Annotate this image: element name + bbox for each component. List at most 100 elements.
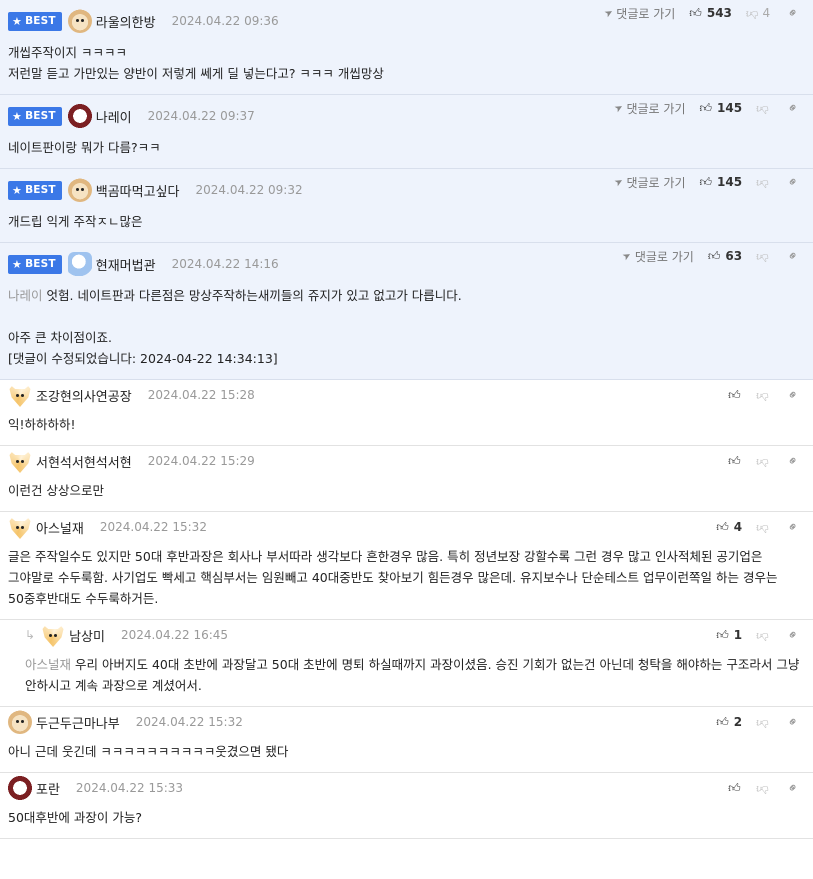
thumbs-down-icon: 👍︎: [756, 781, 769, 796]
upvote-button[interactable]: 👍︎: [728, 388, 742, 403]
avatar[interactable]: [8, 776, 32, 800]
comment-actions: ➤ 댓글로 가기 👍︎ 63 👍︎ ⚭: [621, 237, 802, 275]
comment-line: 개씹주작이지 ㅋㅋㅋㅋ: [8, 45, 127, 60]
comment-header: ★ BEST 백곰따먹고싶다 2024.04.22 09:32 ➤ 댓글로 가기 👍︎ 145…: [0, 169, 813, 207]
downvote-button[interactable]: 👍︎: [756, 628, 770, 643]
nickname[interactable]: 두근두근마나부: [36, 713, 120, 732]
comment-line: [8, 306, 803, 327]
link-icon[interactable]: ⚭: [784, 452, 802, 470]
link-icon[interactable]: ⚭: [784, 4, 802, 22]
comment-header: ↳ 남상미 2024.04.22 16:45 👍︎ 1 👍︎ ⚭: [0, 620, 813, 650]
link-icon[interactable]: ⚭: [784, 713, 802, 731]
avatar[interactable]: [67, 252, 92, 276]
downvote-button[interactable]: 👍︎: [756, 101, 770, 116]
thumbs-down-icon: 👍︎: [756, 628, 769, 643]
send-arrow-icon: ➤: [612, 175, 626, 189]
reply-arrow-icon: ↳: [25, 628, 36, 642]
link-icon[interactable]: ⚭: [784, 173, 802, 191]
best-comment: ★ BEST 나레이 2024.04.22 09:37 ➤ 댓글로 가기 👍︎ 145 👍︎ ⚭ 네…: [0, 95, 813, 169]
upvote-button[interactable]: 👍︎ 4: [716, 520, 742, 535]
upvote-button[interactable]: 👍︎ 543: [689, 6, 732, 21]
comment-header: 아스널재 2024.04.22 15:32 👍︎ 4 👍︎ ⚭: [0, 512, 813, 542]
link-icon[interactable]: ⚭: [784, 99, 802, 117]
thumbs-down-icon: 👍︎: [756, 520, 769, 535]
thumbs-down-icon: 👍︎: [756, 715, 769, 730]
nickname[interactable]: 현재머법관: [96, 255, 156, 274]
link-icon[interactable]: ⚭: [784, 247, 802, 265]
comment-actions: 👍︎ 👍︎ ⚭: [728, 446, 803, 476]
comment-line: 익!하하하하!: [8, 417, 76, 432]
best-badge: ★ BEST: [8, 254, 62, 274]
comment-line: 개드립 익게 주작ㅈㄴ많은: [8, 214, 143, 229]
send-arrow-icon: ➤: [621, 249, 635, 263]
nickname[interactable]: 조강현의사연공장: [36, 386, 132, 405]
avatar[interactable]: [8, 449, 32, 473]
avatar[interactable]: [67, 178, 92, 202]
upvote-button[interactable]: 👍︎ 1: [716, 628, 742, 643]
comment-date: 2024.04.22 14:16: [171, 257, 279, 271]
downvote-count: 4: [762, 6, 771, 20]
link-icon[interactable]: ⚭: [784, 779, 802, 797]
goto-comment-link[interactable]: ➤ 댓글로 가기: [603, 5, 676, 22]
upvote-button[interactable]: 👍︎ 145: [699, 175, 742, 190]
comment-line: 네이트판이랑 뭐가 다름?ㅋㅋ: [8, 140, 161, 155]
downvote-button[interactable]: 👍︎: [756, 454, 770, 469]
nickname[interactable]: 아스널재: [36, 518, 84, 537]
comment-actions: ➤ 댓글로 가기 👍︎ 145 👍︎ ⚭: [612, 163, 803, 201]
mention-link[interactable]: 아스널재: [25, 657, 71, 672]
upvote-count: 145: [717, 175, 743, 189]
comment-date: 2024.04.22 15:32: [135, 715, 243, 729]
comment: 포란 2024.04.22 15:33 👍︎ 👍︎ ⚭ 50대후반에 과장이 가능?: [0, 773, 813, 839]
best-badge: ★ BEST: [8, 106, 62, 126]
avatar[interactable]: [8, 383, 32, 407]
downvote-button[interactable]: 👍︎: [756, 249, 770, 264]
comment-line: 저런말 듣고 가만있는 양반이 저렇게 쎄게 딜 넣는다고? ㅋㅋㅋ 개씹망상: [8, 66, 384, 81]
avatar[interactable]: [67, 104, 92, 128]
star-icon: ★: [12, 109, 23, 123]
comment-header: ★ BEST 현재머법관 2024.04.22 14:16 ➤ 댓글로 가기 👍︎ 63 👍︎ ⚭: [0, 243, 813, 281]
goto-comment-link[interactable]: ➤ 댓글로 가기: [613, 100, 686, 117]
nickname[interactable]: 포란: [36, 779, 60, 798]
comment-date: 2024.04.22 09:36: [171, 14, 279, 28]
thumbs-up-icon: 👍︎: [728, 387, 741, 402]
nickname[interactable]: 백곰따먹고싶다: [96, 181, 180, 200]
downvote-button[interactable]: 👍︎: [756, 715, 770, 730]
link-icon[interactable]: ⚭: [784, 626, 802, 644]
comment-line: 50대후반에 과장이 가능?: [8, 810, 142, 825]
upvote-button[interactable]: 👍︎: [728, 454, 742, 469]
comment-body: 익!하하하하!: [0, 410, 813, 445]
upvote-count: 63: [725, 249, 743, 263]
thumbs-down-icon: 👍︎: [756, 249, 769, 264]
reply-comment: ↳ 남상미 2024.04.22 16:45 👍︎ 1 👍︎ ⚭ 아스널재 우리 아버지도 40…: [0, 620, 813, 707]
nickname[interactable]: 남상미: [69, 626, 105, 645]
thumbs-down-icon: 👍︎: [756, 454, 769, 469]
downvote-button[interactable]: 👍︎ 4: [746, 6, 770, 21]
upvote-button[interactable]: 👍︎ 63: [708, 249, 742, 264]
downvote-button[interactable]: 👍︎: [756, 520, 770, 535]
nickname[interactable]: 라울의한방: [96, 12, 156, 31]
goto-comment-link[interactable]: ➤ 댓글로 가기: [621, 248, 694, 265]
upvote-button[interactable]: 👍︎ 2: [716, 715, 742, 730]
downvote-button[interactable]: 👍︎: [756, 388, 770, 403]
downvote-button[interactable]: 👍︎: [756, 781, 770, 796]
avatar[interactable]: [67, 9, 92, 33]
mention-link[interactable]: 나레이: [8, 288, 43, 303]
goto-comment-link[interactable]: ➤ 댓글로 가기: [612, 174, 686, 191]
nickname[interactable]: 서현석서현석서현: [36, 452, 132, 471]
thumbs-up-icon: 👍︎: [728, 780, 741, 795]
comment-date: 2024.04.22 16:45: [120, 628, 229, 642]
link-icon[interactable]: ⚭: [784, 518, 802, 536]
downvote-button[interactable]: 👍︎: [756, 175, 770, 190]
thumbs-up-icon: 👍︎: [716, 627, 729, 642]
upvote-button[interactable]: 👍︎ 145: [699, 101, 742, 116]
avatar[interactable]: [8, 515, 32, 539]
comment-line: 나레이 엇험. 네이트판과 다른점은 망상주작하는새끼들의 쥬지가 있고 없고가 …: [8, 288, 462, 303]
avatar[interactable]: [8, 710, 32, 734]
thumbs-up-icon: 👍︎: [699, 174, 713, 189]
upvote-count: 2: [733, 715, 743, 729]
upvote-button[interactable]: 👍︎: [728, 781, 742, 796]
nickname[interactable]: 나레이: [96, 107, 132, 126]
comment-date: 2024.04.22 15:33: [75, 781, 184, 795]
avatar[interactable]: [41, 623, 66, 647]
link-icon[interactable]: ⚭: [784, 386, 802, 404]
